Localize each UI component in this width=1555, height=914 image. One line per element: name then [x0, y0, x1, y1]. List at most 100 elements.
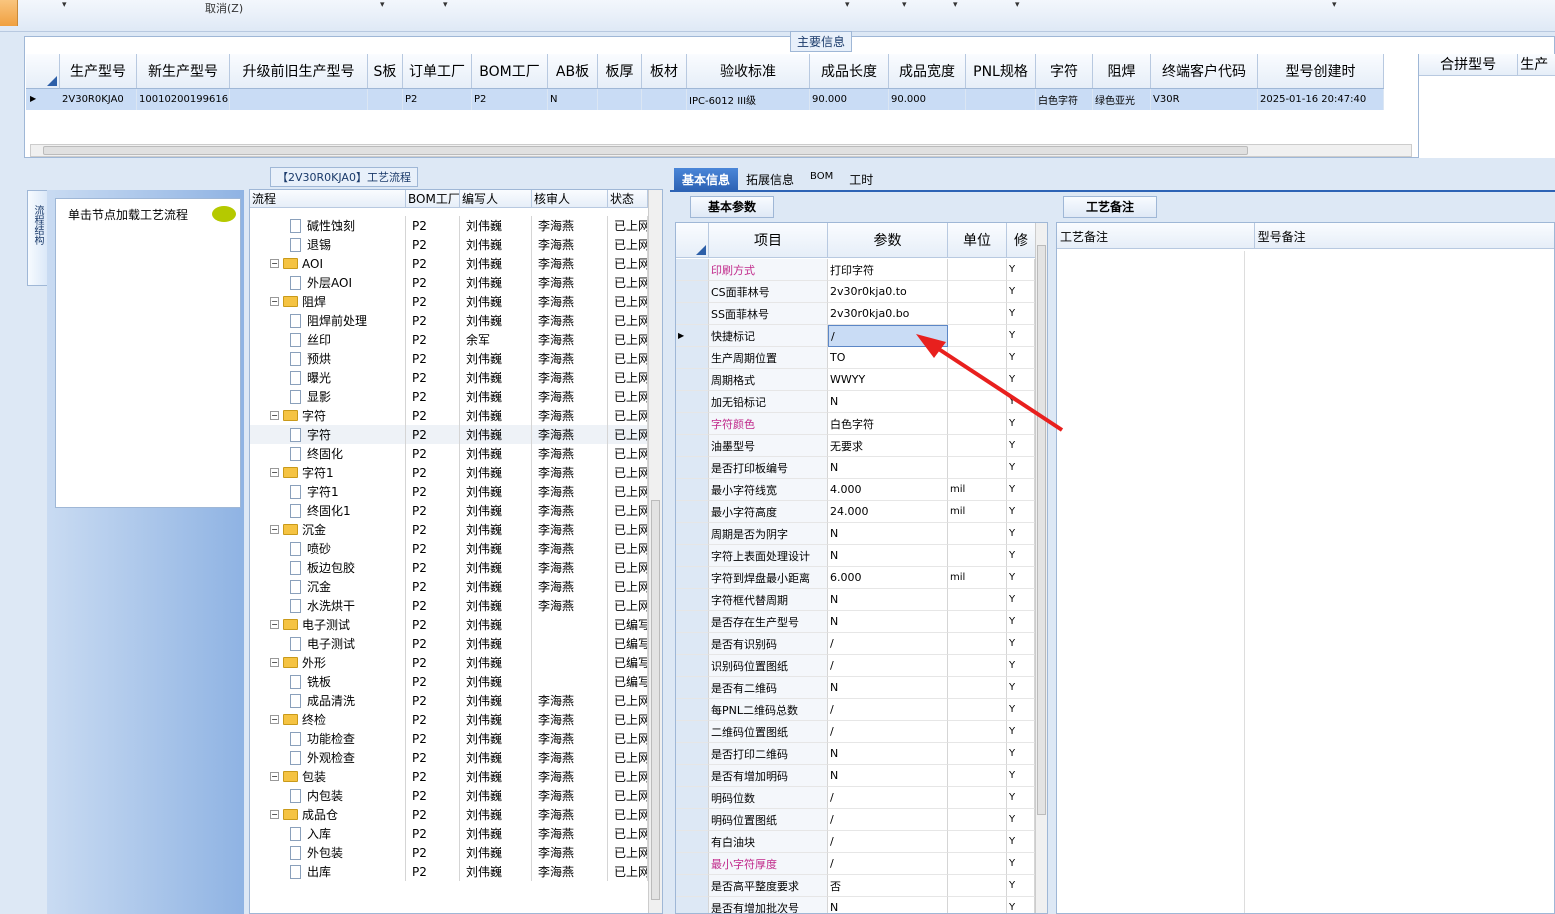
col-header[interactable]: 验收标准: [687, 54, 810, 88]
col-item[interactable]: 项目: [709, 223, 828, 257]
tab-flow-structure[interactable]: 流程结构: [27, 190, 47, 286]
row-indicator[interactable]: [676, 853, 709, 875]
tree-row[interactable]: 外层AOI P2 刘伟巍 李海燕 已上网: [250, 273, 648, 292]
row-indicator[interactable]: [676, 699, 709, 721]
tree-row[interactable]: − 包装 P2 刘伟巍 李海燕 已上网: [250, 767, 648, 786]
param-value[interactable]: /: [828, 721, 948, 743]
param-row[interactable]: 每PNL二维码总数 / Y: [676, 699, 1035, 721]
tree-row[interactable]: 沉金 P2 刘伟巍 李海燕 已上网: [250, 577, 648, 596]
tree-col-header[interactable]: 状态: [608, 190, 648, 207]
production-header[interactable]: 生产: [1518, 54, 1555, 75]
row-indicator[interactable]: [676, 633, 709, 655]
grid-cell[interactable]: 90.000: [889, 89, 966, 110]
grid-cell[interactable]: P2: [403, 89, 472, 110]
param-row[interactable]: 是否打印二维码 N Y: [676, 743, 1035, 765]
row-indicator[interactable]: [676, 391, 709, 413]
horizontal-scrollbar[interactable]: [30, 144, 1412, 157]
param-value[interactable]: N: [828, 457, 948, 479]
grid-cell[interactable]: 90.000: [810, 89, 889, 110]
tree-row[interactable]: 出库 P2 刘伟巍 李海燕 已上网: [250, 862, 648, 881]
dropdown-arrow-icon[interactable]: ▾: [1015, 0, 1020, 10]
tree-row[interactable]: − 字符 P2 刘伟巍 李海燕 已上网: [250, 406, 648, 425]
param-value[interactable]: N: [828, 523, 948, 545]
row-indicator[interactable]: ▶: [676, 325, 709, 347]
col-header[interactable]: 成品宽度: [889, 54, 966, 88]
row-indicator[interactable]: [676, 281, 709, 303]
param-value[interactable]: 4.000: [828, 479, 948, 501]
grid-cell[interactable]: 绿色亚光: [1093, 89, 1151, 110]
dropdown-arrow-icon[interactable]: ▾: [902, 0, 907, 10]
param-row[interactable]: 印刷方式 打印字符 Y: [676, 259, 1035, 281]
tree-row[interactable]: 字符1 P2 刘伟巍 李海燕 已上网: [250, 482, 648, 501]
cancel-button[interactable]: 取消(Z): [205, 0, 243, 16]
tab-extended-info[interactable]: 拓展信息: [738, 168, 802, 190]
param-row[interactable]: 是否存在生产型号 N Y: [676, 611, 1035, 633]
process-tree[interactable]: 流程 BOM工厂 编写人 核审人 状态 碱性蚀刻 P2 刘伟巍 李海燕 已上网 退锡 P2 刘伟巍 李海…: [249, 189, 663, 914]
param-value[interactable]: N: [828, 897, 948, 913]
col-param[interactable]: 参数: [828, 223, 948, 257]
tree-row[interactable]: 入库 P2 刘伟巍 李海燕 已上网: [250, 824, 648, 843]
tree-col-header[interactable]: 核审人: [532, 190, 608, 207]
grid-cell[interactable]: 10010200199616: [137, 89, 230, 110]
tree-row[interactable]: 成品清洗 P2 刘伟巍 李海燕 已上网: [250, 691, 648, 710]
grid-cell[interactable]: 2V30R0KJA0: [60, 89, 137, 110]
row-indicator[interactable]: [676, 259, 709, 281]
param-row[interactable]: 明码位置图纸 / Y: [676, 809, 1035, 831]
col-header[interactable]: 新生产型号: [137, 54, 230, 88]
tab-process-notes[interactable]: 工艺备注: [1063, 196, 1157, 218]
param-value[interactable]: N: [828, 765, 948, 787]
dropdown-arrow-icon[interactable]: ▾: [380, 0, 385, 10]
tree-row[interactable]: 预烘 P2 刘伟巍 李海燕 已上网: [250, 349, 648, 368]
param-row[interactable]: 字符上表面处理设计 N Y: [676, 545, 1035, 567]
tree-row[interactable]: 退锡 P2 刘伟巍 李海燕 已上网: [250, 235, 648, 254]
collapse-icon[interactable]: −: [270, 810, 279, 819]
param-row[interactable]: 是否高平整度要求否 Y: [676, 875, 1035, 897]
row-indicator[interactable]: [676, 413, 709, 435]
row-indicator[interactable]: [676, 523, 709, 545]
param-value[interactable]: /: [828, 853, 948, 875]
param-value[interactable]: 6.000: [828, 567, 948, 589]
col-header[interactable]: S板: [368, 54, 403, 88]
tree-row[interactable]: 碱性蚀刻 P2 刘伟巍 李海燕 已上网: [250, 216, 648, 235]
row-indicator[interactable]: [676, 875, 709, 897]
col-header[interactable]: 板厚: [598, 54, 642, 88]
tree-row[interactable]: − 成品仓 P2 刘伟巍 李海燕 已上网: [250, 805, 648, 824]
tree-row[interactable]: − 终检 P2 刘伟巍 李海燕 已上网: [250, 710, 648, 729]
param-row[interactable]: 最小字符高度 24.000 mil Y: [676, 501, 1035, 523]
param-row[interactable]: 字符框代替周期 N Y: [676, 589, 1035, 611]
row-indicator[interactable]: [676, 567, 709, 589]
tree-row[interactable]: 字符 P2 刘伟巍 李海燕 已上网: [250, 425, 648, 444]
param-value[interactable]: /: [828, 809, 948, 831]
param-row[interactable]: 字符到焊盘最小距离 6.000 mil Y: [676, 567, 1035, 589]
vertical-scrollbar[interactable]: [648, 190, 662, 913]
collapse-icon[interactable]: −: [270, 259, 279, 268]
row-indicator[interactable]: [676, 721, 709, 743]
splitter[interactable]: [22, 158, 1555, 167]
tree-col-header[interactable]: 编写人: [460, 190, 532, 207]
param-row[interactable]: 最小字符厚度 / Y: [676, 853, 1035, 875]
collapse-icon[interactable]: −: [270, 525, 279, 534]
tab-basic-params[interactable]: 基本参数: [690, 196, 774, 218]
param-value[interactable]: N: [828, 677, 948, 699]
col-modify[interactable]: 修: [1007, 223, 1035, 257]
row-indicator[interactable]: [676, 743, 709, 765]
param-row[interactable]: CS面菲林号 2v30r0kja0.to Y: [676, 281, 1035, 303]
col-header[interactable]: 板材: [642, 54, 687, 88]
param-row[interactable]: 识别码位置图纸 / Y: [676, 655, 1035, 677]
tree-row[interactable]: 水洗烘干 P2 刘伟巍 李海燕 已上网: [250, 596, 648, 615]
model-notes-header[interactable]: 型号备注: [1255, 223, 1554, 248]
row-indicator[interactable]: [676, 655, 709, 677]
col-header[interactable]: BOM工厂: [472, 54, 548, 88]
grid-cell[interactable]: 白色字符: [1036, 89, 1093, 110]
main-grid-row[interactable]: 2V30R0KJA0 10010200199616 P2 P2 N IPC-6012 II…: [60, 89, 1384, 110]
row-indicator[interactable]: [676, 545, 709, 567]
param-value[interactable]: 打印字符: [828, 259, 948, 281]
tree-row[interactable]: 功能检查 P2 刘伟巍 李海燕 已上网: [250, 729, 648, 748]
param-row[interactable]: 是否有识别码 / Y: [676, 633, 1035, 655]
tree-row[interactable]: − 电子测试 P2 刘伟巍 已编写: [250, 615, 648, 634]
tree-row[interactable]: 电子测试 P2 刘伟巍 已编写: [250, 634, 648, 653]
collapse-icon[interactable]: −: [270, 715, 279, 724]
col-header[interactable]: PNL规格: [966, 54, 1036, 88]
scroll-thumb[interactable]: [43, 146, 1248, 155]
param-value[interactable]: N: [828, 611, 948, 633]
